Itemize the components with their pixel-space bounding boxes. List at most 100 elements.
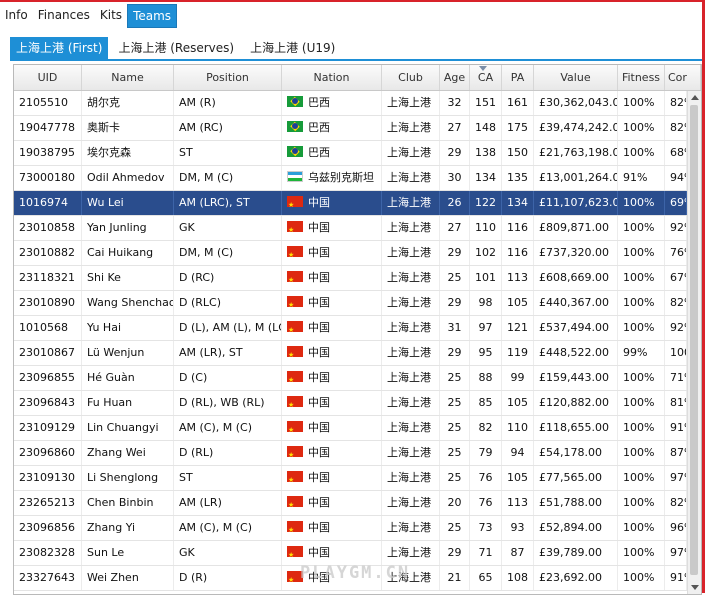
cell-uid: 23010882 (14, 241, 82, 265)
scroll-up-icon[interactable] (691, 95, 699, 100)
cell-fitness: 100% (618, 416, 665, 440)
table-row[interactable]: 23109129Lin ChuangyiAM (C), M (C) 中国 上海上港2… (14, 416, 687, 441)
nation-label: 中国 (308, 521, 330, 534)
tab-first[interactable]: 上海上港 (First) (10, 37, 109, 59)
cell-position: D (RL) (174, 441, 282, 465)
cell-value: £809,871.00 (534, 216, 618, 240)
cell-club: 上海上港 (382, 316, 440, 340)
menu-kits[interactable]: Kits (95, 4, 127, 26)
sort-descending-icon (479, 66, 487, 71)
table-row[interactable]: 23010867Lü WenjunAM (LR), ST 中国 上海上港299511… (14, 341, 687, 366)
column-header-condition[interactable]: Cor (665, 65, 701, 90)
column-header-value[interactable]: Value (534, 65, 618, 90)
column-header-age[interactable]: Age (440, 65, 470, 90)
cell-ca: 73 (470, 516, 502, 540)
table-row[interactable]: 23096843Fu HuanD (RL), WB (RL) 中国 上海上港2585… (14, 391, 687, 416)
table-row[interactable]: 2105510 胡尔克 AM (R) 巴西 上海上港 32 151 161 £30,362,04… (14, 91, 687, 116)
cell-uid: 23096855 (14, 366, 82, 390)
cell-condition: 96% (665, 516, 687, 540)
cell-age: 31 (440, 316, 470, 340)
vertical-scrollbar[interactable] (687, 91, 701, 594)
table-row[interactable]: 1010568Yu HaiD (L), AM (L), M (LC) 中国 上海上港… (14, 316, 687, 341)
cell-fitness: 100% (618, 491, 665, 515)
cell-pa: 93 (502, 516, 534, 540)
cell-value: £23,692.00 (534, 566, 618, 590)
table-row[interactable]: 23010858Yan JunlingGK 中国 上海上港27110116£809,… (14, 216, 687, 241)
cell-value: £39,474,242.00 (534, 116, 618, 140)
column-header-uid[interactable]: UID (14, 65, 82, 90)
cell-position: AM (C), M (C) (174, 416, 282, 440)
cell-position: D (R) (174, 566, 282, 590)
column-header-name[interactable]: Name (82, 65, 174, 90)
cell-name: Shi Ke (82, 266, 174, 290)
menu-finances[interactable]: Finances (33, 4, 95, 26)
table-row[interactable]: 23010882Cai HuikangDM, M (C)中国上海上港291021… (14, 241, 687, 266)
cell-condition: 87% (665, 441, 687, 465)
nation-label: 巴西 (308, 96, 330, 109)
table-row[interactable]: 23118321Shi KeD (RC) 中国 上海上港25101113£608,6… (14, 266, 687, 291)
column-header-fitness[interactable]: Fitness (618, 65, 665, 90)
table-row[interactable]: 23096855Hé GuànD (C) 中国 上海上港258899£159,443… (14, 366, 687, 391)
cell-uid: 23265213 (14, 491, 82, 515)
cell-club: 上海上港 (382, 541, 440, 565)
cell-ca: 88 (470, 366, 502, 390)
cell-condition: 82% (665, 291, 687, 315)
cell-name: Wu Lei (82, 191, 174, 215)
column-header-club[interactable]: Club (382, 65, 440, 90)
cell-condition: 76% (665, 241, 687, 265)
cell-club: 上海上港 (382, 166, 440, 190)
cell-fitness: 100% (618, 316, 665, 340)
cell-club: 上海上港 (382, 441, 440, 465)
cell-pa: 105 (502, 291, 534, 315)
column-header-pa[interactable]: PA (502, 65, 534, 90)
scrollbar-thumb[interactable] (690, 105, 698, 575)
table-row[interactable]: 19038795 埃尔克森 ST 巴西 上海上港 29 138 150 £21,763,198.… (14, 141, 687, 166)
cell-position: ST (174, 141, 282, 165)
nation-label: 中国 (308, 196, 330, 209)
cell-condition: 97% (665, 541, 687, 565)
cell-value: £30,362,043.00 (534, 91, 618, 115)
flag-cn-icon (287, 418, 303, 440)
cell-pa: 113 (502, 491, 534, 515)
cell-nation: 中国 (282, 491, 382, 515)
cell-condition: 82% (665, 116, 687, 140)
table-row[interactable]: 19047778 奥斯卡 AM (RC) 巴西 上海上港 27 148 175 £39,474,… (14, 116, 687, 141)
cell-uid: 2105510 (14, 91, 82, 115)
table-row[interactable]: 23096860Zhang WeiD (RL) 中国 上海上港257994£54,1… (14, 441, 687, 466)
cell-position: D (C) (174, 366, 282, 390)
cell-fitness: 100% (618, 441, 665, 465)
cell-name: Zhang Wei (82, 441, 174, 465)
cell-nation: 中国 (282, 316, 382, 340)
flag-cn-icon (287, 393, 303, 415)
table-row[interactable]: 1016974Wu LeiAM (LRC), ST 中国 上海上港26122134£… (14, 191, 687, 216)
cell-pa: 135 (502, 166, 534, 190)
tab-reserves[interactable]: 上海上港 (Reserves) (112, 37, 240, 59)
scroll-down-icon[interactable] (691, 585, 699, 590)
cell-value: £21,763,198.00 (534, 141, 618, 165)
table-header: UID Name Position Nation Club Age CA PA … (14, 65, 701, 91)
cell-condition: 82% (665, 91, 687, 115)
column-header-position[interactable]: Position (174, 65, 282, 90)
table-row[interactable]: 23265213Chen BinbinAM (LR) 中国 上海上港2076113£… (14, 491, 687, 516)
nation-label: 中国 (308, 221, 330, 234)
cell-pa: 116 (502, 241, 534, 265)
cell-age: 26 (440, 191, 470, 215)
tab-underline (10, 59, 702, 61)
cell-nation: 中国 (282, 516, 382, 540)
table-row[interactable]: 23010890Wang ShenchaoD (RLC)中国上海上港299810… (14, 291, 687, 316)
nation-label: 中国 (308, 446, 330, 459)
cell-club: 上海上港 (382, 291, 440, 315)
cell-ca: 134 (470, 166, 502, 190)
table-row[interactable]: 73000180 Odil Ahmedov DM, M (C) 乌兹别克斯坦 上海上港 3… (14, 166, 687, 191)
cell-nation: 巴西 (282, 91, 382, 115)
cell-fitness: 100% (618, 466, 665, 490)
menu-info[interactable]: Info (0, 4, 33, 26)
cell-club: 上海上港 (382, 491, 440, 515)
column-header-nation[interactable]: Nation (282, 65, 382, 90)
table-row[interactable]: 23109130Li ShenglongST 中国 上海上港2576105£77,5… (14, 466, 687, 491)
cell-age: 29 (440, 291, 470, 315)
tab-u19[interactable]: 上海上港 (U19) (244, 37, 341, 59)
cell-condition: 68% (665, 141, 687, 165)
menu-teams[interactable]: Teams (127, 4, 178, 28)
table-row[interactable]: 23096856Zhang YiAM (C), M (C)中国上海上港25739… (14, 516, 687, 541)
